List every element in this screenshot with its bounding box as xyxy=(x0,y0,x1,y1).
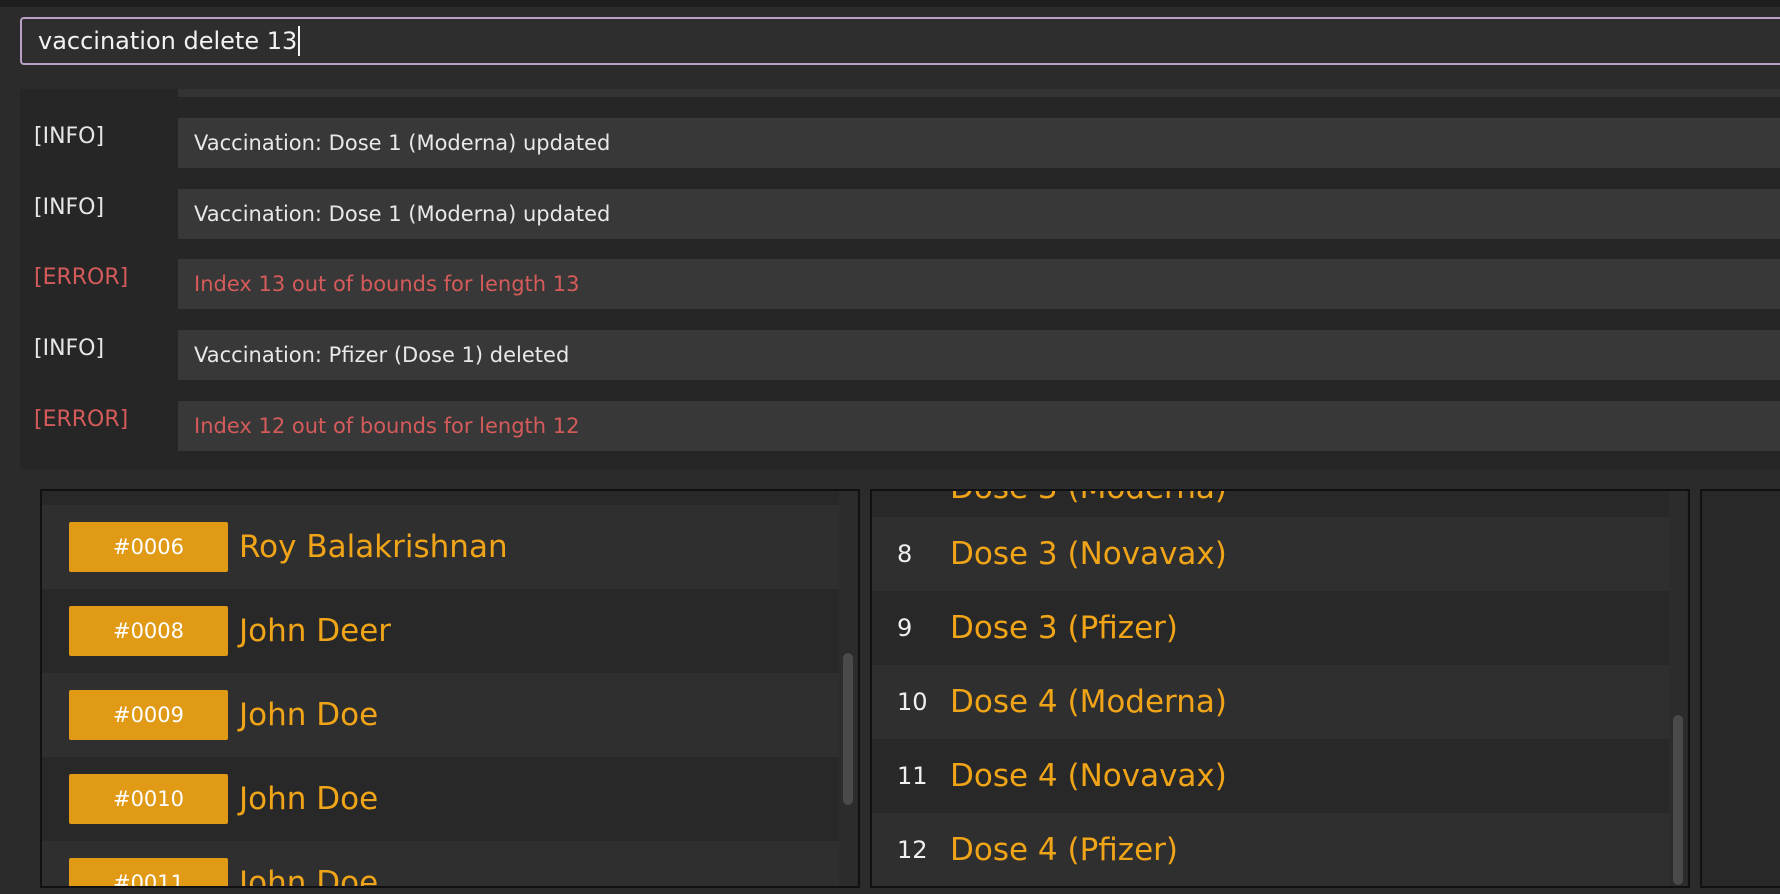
log-row: [INFO] Vaccination: Dose 1 (Moderna) upd… xyxy=(20,189,1780,239)
scrollbar-thumb[interactable] xyxy=(1673,715,1683,885)
patient-list-panel[interactable]: #0006 Roy Balakrishnan #0008 John Deer #… xyxy=(40,489,860,888)
log-level-label: [INFO] xyxy=(34,195,105,220)
log-row: [INFO] Vaccination: Dose 1 (Moderna) upd… xyxy=(20,118,1780,168)
patient-id-badge: #0008 xyxy=(69,606,228,656)
log-row: [INFO] Vaccination: Pfizer (Dose 1) dele… xyxy=(20,330,1780,380)
vaccination-list-panel[interactable]: Dose 3 (Moderna) 8 Dose 3 (Novavax) 9 Do… xyxy=(870,489,1690,888)
vaccination-index: 11 xyxy=(897,762,928,790)
scrollbar-thumb[interactable] xyxy=(843,653,853,805)
vaccination-name: Dose 3 (Pfizer) xyxy=(950,610,1178,646)
patient-name: John Deer xyxy=(239,613,392,649)
vaccination-list-item[interactable]: 9 Dose 3 (Pfizer) xyxy=(872,591,1669,665)
log-partial-row xyxy=(178,89,1780,97)
text-caret xyxy=(298,26,301,56)
patient-id-badge: #0011 xyxy=(69,858,228,886)
log-message: Index 13 out of bounds for length 13 xyxy=(178,259,1780,309)
result-log-panel[interactable]: [INFO] Vaccination: Dose 1 (Moderna) upd… xyxy=(20,89,1780,469)
patient-list-scrollbar[interactable] xyxy=(839,491,857,886)
patient-name: John Doe xyxy=(239,697,379,733)
vaccination-name: Dose 4 (Moderna) xyxy=(950,684,1227,720)
log-message: Vaccination: Pfizer (Dose 1) deleted xyxy=(178,330,1780,380)
patient-list-item[interactable]: #0006 Roy Balakrishnan xyxy=(42,505,839,589)
vaccination-name: Dose 3 (Moderna) xyxy=(950,491,1227,506)
vaccination-list-item[interactable]: 12 Dose 4 (Pfizer) xyxy=(872,813,1669,886)
vaccination-list-scrollbar[interactable] xyxy=(1669,491,1687,886)
log-level-label: [INFO] xyxy=(34,336,105,361)
log-level-label: [ERROR] xyxy=(34,407,129,432)
vaccination-list-item[interactable]: 10 Dose 4 (Moderna) xyxy=(872,665,1669,739)
log-message: Vaccination: Dose 1 (Moderna) updated xyxy=(178,118,1780,168)
vaccination-name: Dose 4 (Novavax) xyxy=(950,758,1227,794)
vaccination-name: Dose 3 (Novavax) xyxy=(950,536,1227,572)
patient-name: John Doe xyxy=(239,865,379,888)
patient-name: Roy Balakrishnan xyxy=(239,529,508,565)
patient-id-badge: #0010 xyxy=(69,774,228,824)
log-row-error: [ERROR] Index 12 out of bounds for lengt… xyxy=(20,401,1780,451)
vaccination-list-item[interactable]: 8 Dose 3 (Novavax) xyxy=(872,517,1669,591)
patient-name: John Doe xyxy=(239,781,379,817)
log-level-label: [ERROR] xyxy=(34,265,129,290)
vaccination-index: 10 xyxy=(897,688,928,716)
vaccination-index: 8 xyxy=(897,540,913,568)
vaccination-index: 9 xyxy=(897,614,913,642)
log-message: Index 12 out of bounds for length 12 xyxy=(178,401,1780,451)
vaccination-list-item[interactable]: 11 Dose 4 (Novavax) xyxy=(872,739,1669,813)
vaccination-index: 12 xyxy=(897,836,928,864)
window-top-bar xyxy=(0,0,1780,7)
detail-panel xyxy=(1700,489,1780,888)
patient-list-item[interactable]: #0009 John Doe xyxy=(42,673,839,757)
patient-list-item[interactable]: #0010 John Doe xyxy=(42,757,839,841)
log-level-label: [INFO] xyxy=(34,124,105,149)
patient-id-badge: #0006 xyxy=(69,522,228,572)
log-message: Vaccination: Dose 1 (Moderna) updated xyxy=(178,189,1780,239)
command-input[interactable]: vaccination delete 13 xyxy=(20,17,1780,65)
patient-id-badge: #0009 xyxy=(69,690,228,740)
log-row-error: [ERROR] Index 13 out of bounds for lengt… xyxy=(20,259,1780,309)
patient-list-item[interactable]: #0008 John Deer xyxy=(42,589,839,673)
patient-list-item[interactable]: #0011 John Doe xyxy=(42,841,839,888)
command-input-text: vaccination delete 13 xyxy=(38,27,298,55)
vaccination-name: Dose 4 (Pfizer) xyxy=(950,832,1178,868)
